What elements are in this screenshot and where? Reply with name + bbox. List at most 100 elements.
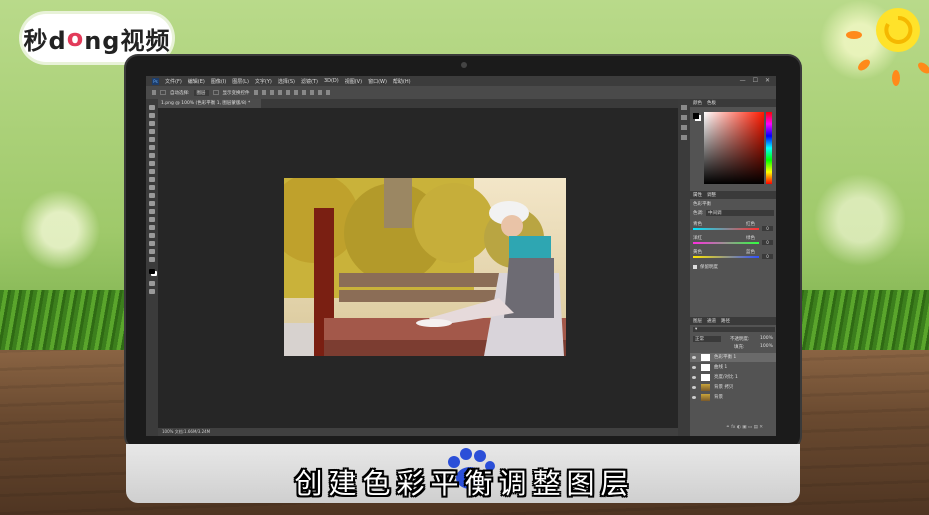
align-left-icon[interactable] <box>277 90 282 95</box>
gradient-tool-icon[interactable] <box>149 193 155 198</box>
hand-tool-icon[interactable] <box>149 249 155 254</box>
document-tab[interactable]: 1.png @ 100% (色彩平衡 1, 图层蒙版/8) * <box>158 99 261 108</box>
quick-select-tool-icon[interactable] <box>149 129 155 134</box>
quick-mask-icon[interactable] <box>149 281 155 286</box>
menu-3d[interactable]: 3D(D) <box>324 78 339 84</box>
preserve-luminosity-checkbox[interactable] <box>693 265 697 269</box>
visibility-eye-icon[interactable] <box>692 356 696 359</box>
tab-paths[interactable]: 路径 <box>721 318 730 324</box>
layer-row[interactable]: 亮度/对比 1 <box>690 373 776 382</box>
pen-tool-icon[interactable] <box>149 217 155 222</box>
visibility-eye-icon[interactable] <box>692 386 696 389</box>
layer-row[interactable]: 曲线 1 <box>690 363 776 372</box>
panel-dock <box>678 99 690 436</box>
tab-swatches[interactable]: 色板 <box>707 100 716 106</box>
layer-thumbnail <box>701 384 710 391</box>
align-bottom-icon[interactable] <box>269 90 274 95</box>
menu-filter[interactable]: 滤镜(T) <box>301 78 318 85</box>
crop-tool-icon[interactable] <box>149 137 155 142</box>
magenta-green-value[interactable]: 0 <box>762 240 773 245</box>
history-icon[interactable] <box>681 105 687 110</box>
tab-layers[interactable]: 图层 <box>693 318 702 324</box>
align-middle-icon[interactable] <box>261 90 266 95</box>
cyan-red-value[interactable]: 0 <box>762 226 773 231</box>
visibility-eye-icon[interactable] <box>692 396 696 399</box>
zoom-tool-icon[interactable] <box>149 257 155 262</box>
path-select-tool-icon[interactable] <box>149 233 155 238</box>
logo-text-pre: 秒d <box>23 26 67 55</box>
sun-icon <box>846 8 929 86</box>
character-icon[interactable] <box>681 115 687 120</box>
distribute-icon[interactable] <box>309 90 314 95</box>
align-center-icon[interactable] <box>285 90 290 95</box>
move-tool-icon[interactable] <box>149 105 155 110</box>
blur-tool-icon[interactable] <box>149 201 155 206</box>
logo: 秒d o ng视频 <box>22 14 172 62</box>
align-top-icon[interactable] <box>253 90 258 95</box>
3d-mode-icon[interactable] <box>317 90 322 95</box>
distribute-icon[interactable] <box>301 90 306 95</box>
status-bar: 100% 文档:1.66M/3.24M <box>158 428 682 436</box>
move-tool-icon[interactable] <box>152 90 156 95</box>
healing-tool-icon[interactable] <box>149 153 155 158</box>
close-button[interactable]: ✕ <box>765 77 770 84</box>
tab-color[interactable]: 颜色 <box>693 100 702 106</box>
opacity-value[interactable]: 100% <box>760 336 773 341</box>
dodge-tool-icon[interactable] <box>149 209 155 214</box>
yellow-blue-slider[interactable] <box>693 256 759 258</box>
fg-bg-swatch-icon[interactable] <box>693 113 699 119</box>
color-swatches-icon[interactable] <box>149 269 155 274</box>
menu-file[interactable]: 文件(F) <box>165 78 182 85</box>
menu-view[interactable]: 视图(V) <box>345 78 362 85</box>
canvas-area[interactable] <box>158 108 678 428</box>
visibility-eye-icon[interactable] <box>692 366 696 369</box>
color-picker-field[interactable] <box>704 112 764 184</box>
tone-dropdown[interactable]: 中间调 <box>706 210 774 216</box>
tab-properties[interactable]: 属性 <box>693 192 702 198</box>
menu-image[interactable]: 图像(I) <box>211 78 226 85</box>
auto-select-dropdown[interactable]: 图层 <box>193 89 209 96</box>
menu-window[interactable]: 窗口(W) <box>368 78 387 85</box>
layer-row[interactable]: 色彩平衡 1 <box>690 353 776 362</box>
layer-row[interactable]: 背景 <box>690 393 776 402</box>
align-right-icon[interactable] <box>293 90 298 95</box>
auto-select-checkbox[interactable] <box>160 90 166 95</box>
menu-layer[interactable]: 图层(L) <box>232 78 249 85</box>
visibility-eye-icon[interactable] <box>692 376 696 379</box>
right-panels: 颜色 色板 属性 调整 色彩平衡 色调: 中间调 青色 红色 0 洋红 绿色 0… <box>690 99 776 436</box>
minimize-button[interactable]: — <box>740 77 746 84</box>
stamp-tool-icon[interactable] <box>149 169 155 174</box>
menu-help[interactable]: 帮助(H) <box>393 78 411 85</box>
yellow-blue-value[interactable]: 0 <box>762 254 773 259</box>
blend-mode-dropdown[interactable]: 正常 <box>693 336 721 342</box>
photo-canvas[interactable] <box>284 178 566 356</box>
layer-row[interactable]: 背景 拷贝 <box>690 383 776 392</box>
shape-tool-icon[interactable] <box>149 241 155 246</box>
hue-slider[interactable] <box>766 112 772 184</box>
fill-value[interactable]: 100% <box>760 344 773 349</box>
tool-presets-icon[interactable] <box>681 135 687 140</box>
history-brush-tool-icon[interactable] <box>149 177 155 182</box>
color-panel-tabs: 颜色 色板 <box>690 99 776 107</box>
type-tool-icon[interactable] <box>149 225 155 230</box>
layer-filter-dropdown[interactable]: ▾ <box>693 327 775 332</box>
3d-mode-icon[interactable] <box>325 90 330 95</box>
menu-select[interactable]: 选择(S) <box>278 78 295 85</box>
show-transform-checkbox[interactable] <box>212 90 219 95</box>
paragraph-icon[interactable] <box>681 125 687 130</box>
screen-mode-icon[interactable] <box>149 289 155 294</box>
marquee-tool-icon[interactable] <box>149 113 155 118</box>
cyan-red-slider[interactable] <box>693 228 759 230</box>
tab-adjustments[interactable]: 调整 <box>707 192 716 198</box>
brush-tool-icon[interactable] <box>149 161 155 166</box>
menu-edit[interactable]: 编辑(E) <box>188 78 205 85</box>
menu-type[interactable]: 文字(Y) <box>255 78 272 85</box>
eraser-tool-icon[interactable] <box>149 185 155 190</box>
show-transform-label: 显示变换控件 <box>222 90 250 96</box>
eyedropper-tool-icon[interactable] <box>149 145 155 150</box>
magenta-green-slider[interactable] <box>693 242 759 244</box>
maximize-button[interactable]: ☐ <box>753 77 758 84</box>
tab-channels[interactable]: 通道 <box>707 318 716 324</box>
layer-actions-icon[interactable]: ⚭ fx ◐ ▣ ▭ ▤ ✕ <box>726 425 763 430</box>
lasso-tool-icon[interactable] <box>149 121 155 126</box>
